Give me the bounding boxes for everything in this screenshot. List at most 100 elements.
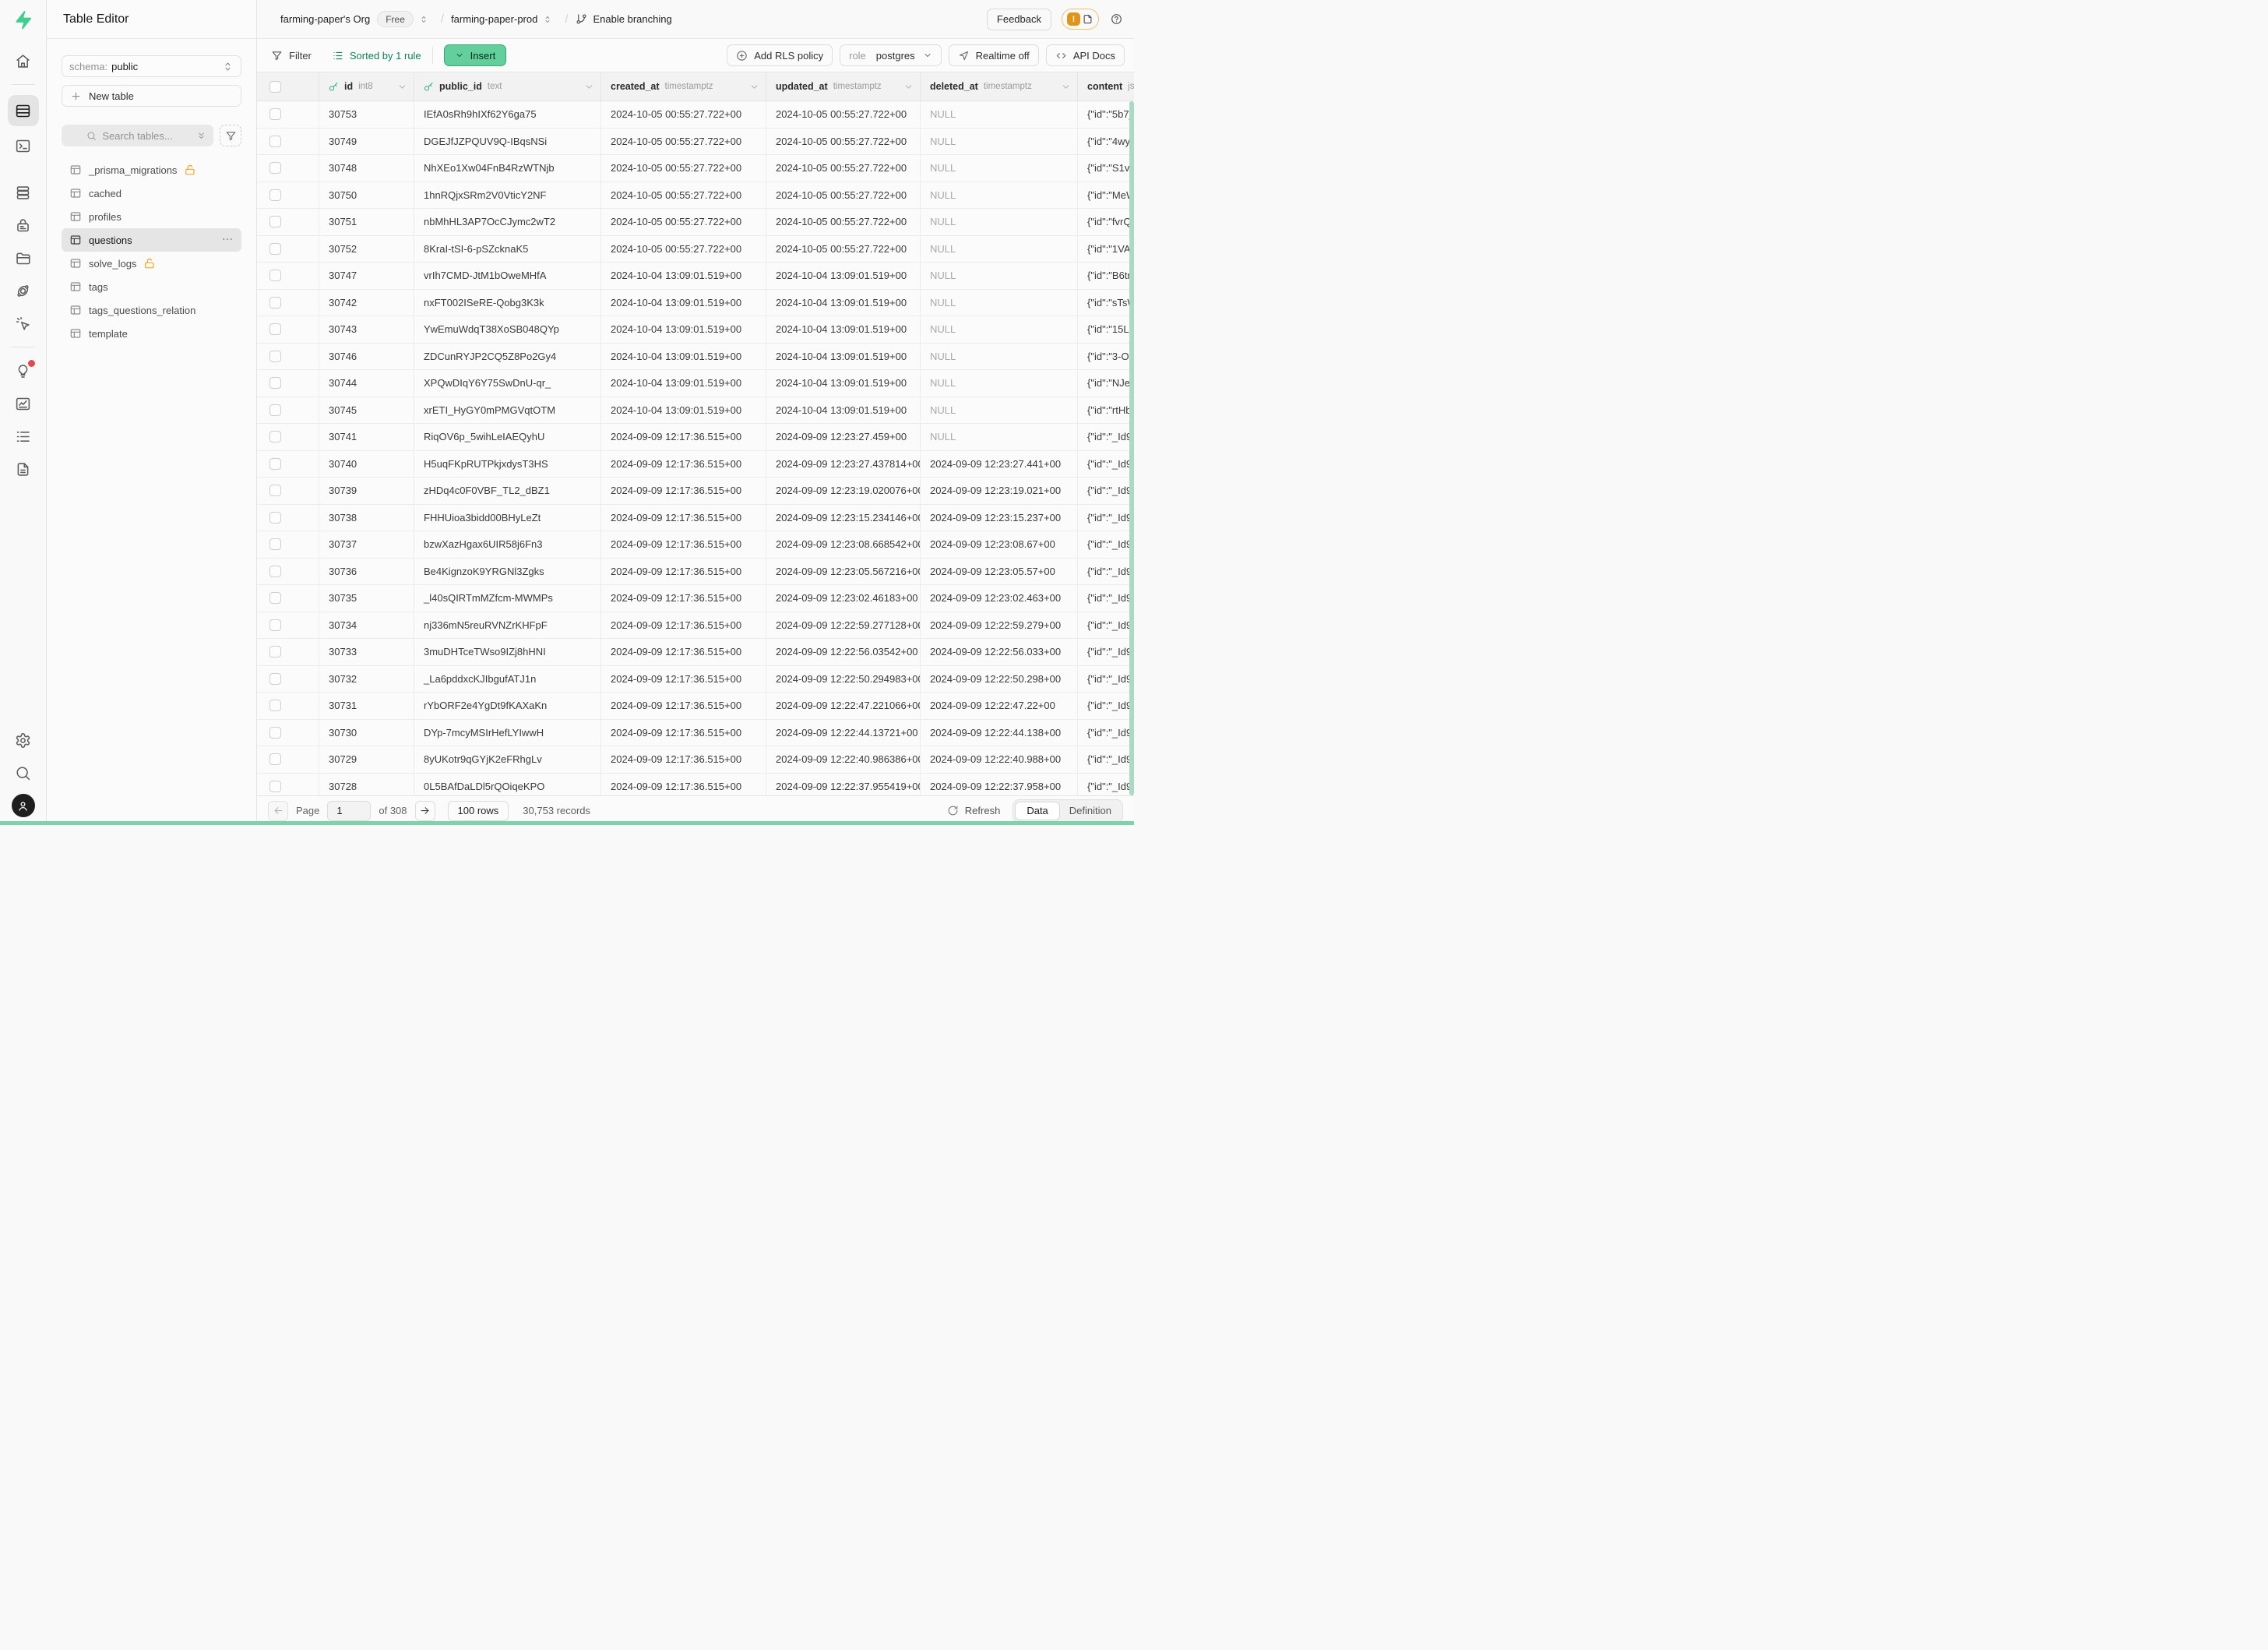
row-select-cell[interactable] xyxy=(257,612,319,639)
realtime-toggle-button[interactable]: Realtime off xyxy=(949,44,1039,66)
cell-id[interactable]: 30732 xyxy=(319,666,414,693)
row-select-cell[interactable] xyxy=(257,639,319,665)
cell-created_at[interactable]: 2024-10-04 13:09:01.519+00 xyxy=(601,344,766,370)
cell-public_id[interactable]: DGEJfJZPQUV9Q-IBqsNSi xyxy=(414,129,601,155)
cell-deleted_at[interactable]: 2024-09-09 12:23:27.441+00 xyxy=(921,451,1078,478)
insert-button[interactable]: Insert xyxy=(444,44,507,66)
cell-deleted_at[interactable]: NULL xyxy=(921,424,1078,450)
row-checkbox[interactable] xyxy=(269,781,281,792)
cell-public_id[interactable]: _La6pddxcKJIbgufATJ1n xyxy=(414,666,601,693)
cell-public_id[interactable]: 3muDHTceTWso9IZj8hHNI xyxy=(414,639,601,665)
cell-updated_at[interactable]: 2024-09-09 12:22:47.221066+00 xyxy=(766,693,921,719)
row-checkbox[interactable] xyxy=(269,323,281,335)
cell-deleted_at[interactable]: 2024-09-09 12:23:08.67+00 xyxy=(921,531,1078,558)
row-checkbox[interactable] xyxy=(269,297,281,308)
breadcrumb-org[interactable]: farming-paper's Org xyxy=(280,13,370,25)
cell-created_at[interactable]: 2024-09-09 12:17:36.515+00 xyxy=(601,451,766,478)
column-menu-button[interactable] xyxy=(1061,82,1071,92)
cell-created_at[interactable]: 2024-09-09 12:17:36.515+00 xyxy=(601,746,766,773)
rows-per-page-button[interactable]: 100 rows xyxy=(448,801,509,821)
cell-content[interactable]: {"id":"_Id9aLyJpMHQLaiQC xyxy=(1078,531,1134,558)
cell-deleted_at[interactable]: 2024-09-09 12:22:56.033+00 xyxy=(921,639,1078,665)
cell-deleted_at[interactable]: NULL xyxy=(921,370,1078,397)
cell-id[interactable]: 30753 xyxy=(319,101,414,128)
cell-updated_at[interactable]: 2024-09-09 12:23:27.459+00 xyxy=(766,424,921,450)
search-tables-input[interactable]: Search tables... xyxy=(62,125,213,146)
cell-created_at[interactable]: 2024-09-09 12:17:36.515+00 xyxy=(601,478,766,504)
cell-deleted_at[interactable]: 2024-09-09 12:22:47.22+00 xyxy=(921,693,1078,719)
column-header-public_id[interactable]: public_idtext xyxy=(414,72,601,100)
cell-content[interactable]: {"id":"_Id9aLyJpMHQLaiQC xyxy=(1078,693,1134,719)
table-filter-button[interactable] xyxy=(220,125,241,146)
column-menu-button[interactable] xyxy=(749,82,759,92)
cell-content[interactable]: {"id":"_Id9aLyJpMHQLaiQC xyxy=(1078,639,1134,665)
cell-updated_at[interactable]: 2024-09-09 12:23:08.668542+00 xyxy=(766,531,921,558)
cell-created_at[interactable]: 2024-09-09 12:17:36.515+00 xyxy=(601,666,766,693)
api-docs-nav[interactable] xyxy=(10,456,37,482)
cell-id[interactable]: 30731 xyxy=(319,693,414,719)
cell-deleted_at[interactable]: NULL xyxy=(921,182,1078,209)
cell-id[interactable]: 30748 xyxy=(319,155,414,182)
cell-content[interactable]: {"id":"_Id9aLyJpMHQLaiQC xyxy=(1078,612,1134,639)
row-select-cell[interactable] xyxy=(257,559,319,585)
cell-created_at[interactable]: 2024-09-09 12:17:36.515+00 xyxy=(601,505,766,531)
cell-deleted_at[interactable]: 2024-09-09 12:23:02.463+00 xyxy=(921,585,1078,612)
row-select-cell[interactable] xyxy=(257,720,319,746)
cell-id[interactable]: 30745 xyxy=(319,397,414,424)
cell-deleted_at[interactable]: 2024-09-09 12:23:15.237+00 xyxy=(921,505,1078,531)
table-editor-nav[interactable] xyxy=(8,95,39,126)
row-checkbox[interactable] xyxy=(269,512,281,524)
cell-updated_at[interactable]: 2024-10-04 13:09:01.519+00 xyxy=(766,316,921,343)
cell-id[interactable]: 30736 xyxy=(319,559,414,585)
cell-updated_at[interactable]: 2024-09-09 12:22:44.13721+00 xyxy=(766,720,921,746)
cell-content[interactable]: {"id":"5b7j5Pz9WHBNmY_A xyxy=(1078,101,1134,128)
storage-nav[interactable] xyxy=(10,245,37,271)
cell-created_at[interactable]: 2024-10-04 13:09:01.519+00 xyxy=(601,370,766,397)
cell-id[interactable]: 30733 xyxy=(319,639,414,665)
cell-public_id[interactable]: nbMhHL3AP7OcCJymc2wT2 xyxy=(414,209,601,235)
cell-public_id[interactable]: 1hnRQjxSRm2V0VticY2NF xyxy=(414,182,601,209)
cell-deleted_at[interactable]: NULL xyxy=(921,290,1078,316)
tab-data[interactable]: Data xyxy=(1015,802,1059,820)
cell-deleted_at[interactable]: NULL xyxy=(921,397,1078,424)
cell-content[interactable]: {"id":"_Id9aLyJpMHQLaiQC xyxy=(1078,424,1134,450)
row-select-cell[interactable] xyxy=(257,101,319,128)
cell-updated_at[interactable]: 2024-09-09 12:22:59.277128+00 xyxy=(766,612,921,639)
cell-public_id[interactable]: YwEmuWdqT38XoSB048QYp xyxy=(414,316,601,343)
breadcrumb-project[interactable]: farming-paper-prod xyxy=(451,13,537,25)
sort-button[interactable]: Sorted by 1 rule xyxy=(332,50,421,62)
row-checkbox[interactable] xyxy=(269,351,281,362)
logs-nav[interactable] xyxy=(10,423,37,450)
vertical-scrollbar[interactable] xyxy=(1129,101,1134,795)
row-select-cell[interactable] xyxy=(257,236,319,263)
cell-id[interactable]: 30742 xyxy=(319,290,414,316)
cell-created_at[interactable]: 2024-10-05 00:55:27.722+00 xyxy=(601,101,766,128)
cell-deleted_at[interactable]: 2024-09-09 12:22:37.958+00 xyxy=(921,774,1078,796)
cell-public_id[interactable]: RiqOV6p_5wihLeIAEQyhU xyxy=(414,424,601,450)
row-checkbox[interactable] xyxy=(269,646,281,658)
cell-deleted_at[interactable]: NULL xyxy=(921,101,1078,128)
cell-created_at[interactable]: 2024-10-04 13:09:01.519+00 xyxy=(601,290,766,316)
row-select-cell[interactable] xyxy=(257,666,319,693)
sidebar-table-questions[interactable]: questions xyxy=(62,228,241,252)
cell-created_at[interactable]: 2024-09-09 12:17:36.515+00 xyxy=(601,531,766,558)
cell-content[interactable]: {"id":"_Id9aLyJpMHQLaiQC xyxy=(1078,720,1134,746)
cell-content[interactable]: {"id":"4wyNgK55lOfrpmYZo xyxy=(1078,129,1134,155)
select-all-checkbox[interactable] xyxy=(269,81,281,93)
cell-deleted_at[interactable]: NULL xyxy=(921,129,1078,155)
realtime-nav[interactable] xyxy=(10,310,37,337)
cell-content[interactable]: {"id":"S1vrVC5BrB59wqcM4 xyxy=(1078,155,1134,182)
row-select-cell[interactable] xyxy=(257,505,319,531)
cell-id[interactable]: 30747 xyxy=(319,263,414,289)
row-checkbox[interactable] xyxy=(269,753,281,765)
cell-id[interactable]: 30729 xyxy=(319,746,414,773)
column-header-content[interactable]: contentjsonb xyxy=(1078,72,1134,100)
cell-content[interactable]: {"id":"_Id9aLyJpMHQLaiQC xyxy=(1078,585,1134,612)
sidebar-table-profiles[interactable]: profiles xyxy=(62,205,241,228)
row-select-cell[interactable] xyxy=(257,155,319,182)
filter-button[interactable]: Filter xyxy=(271,50,312,62)
cell-created_at[interactable]: 2024-10-04 13:09:01.519+00 xyxy=(601,397,766,424)
cell-public_id[interactable]: 0L5BAfDaLDl5rQOiqeKPO xyxy=(414,774,601,796)
cell-content[interactable]: {"id":"_Id9aLyJpMHQLaiQC xyxy=(1078,746,1134,773)
cell-created_at[interactable]: 2024-10-05 00:55:27.722+00 xyxy=(601,209,766,235)
